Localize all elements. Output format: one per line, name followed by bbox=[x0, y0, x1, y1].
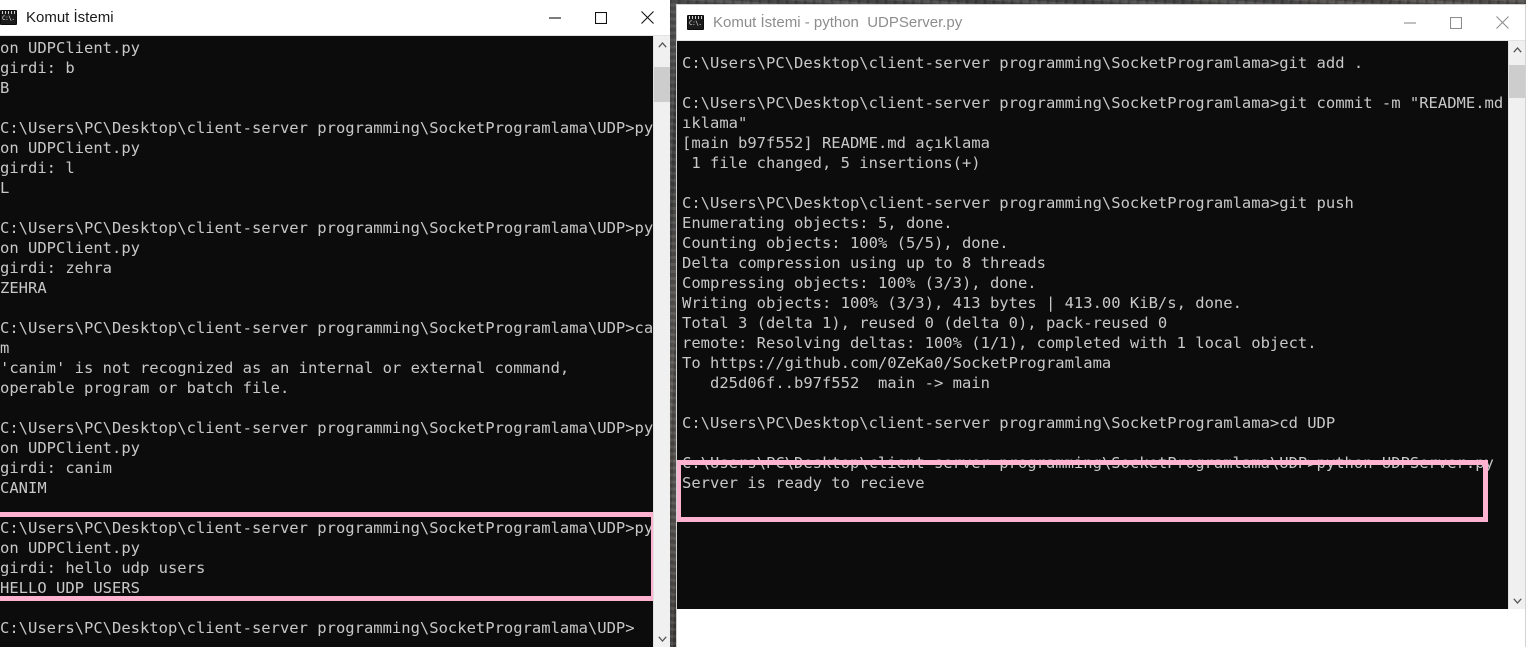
window-title: Komut İstemi bbox=[26, 9, 114, 26]
titlebar[interactable]: Komut İstemi bbox=[0, 0, 670, 36]
close-button[interactable] bbox=[624, 0, 670, 36]
scroll-up-arrow-icon[interactable] bbox=[654, 36, 670, 53]
window-command-prompt-client[interactable]: Komut İstemi on UDPClient.py girdi: b B … bbox=[0, 0, 670, 647]
terminal-text: C:\Users\PC\Desktop\client-server progra… bbox=[682, 54, 1525, 492]
scroll-up-arrow-icon[interactable] bbox=[1509, 41, 1525, 58]
window-command-prompt-server[interactable]: Komut İstemi - python UDPServer.py C:\Us… bbox=[676, 4, 1526, 647]
command-prompt-icon bbox=[0, 10, 17, 25]
scrollbar-vertical[interactable] bbox=[1508, 41, 1525, 609]
scroll-down-arrow-icon[interactable] bbox=[1509, 592, 1525, 609]
command-prompt-icon bbox=[687, 15, 704, 30]
window-controls bbox=[1387, 5, 1525, 41]
scrollbar-thumb[interactable] bbox=[1509, 65, 1525, 98]
maximize-button[interactable] bbox=[1433, 5, 1479, 41]
minimize-button[interactable] bbox=[1387, 5, 1433, 41]
titlebar[interactable]: Komut İstemi - python UDPServer.py bbox=[677, 5, 1525, 41]
scrollbar-thumb[interactable] bbox=[654, 67, 670, 102]
minimize-button[interactable] bbox=[532, 0, 578, 36]
scrollbar-vertical[interactable] bbox=[653, 36, 670, 647]
scroll-down-arrow-icon[interactable] bbox=[654, 630, 670, 647]
terminal-output-server[interactable]: C:\Users\PC\Desktop\client-server progra… bbox=[677, 41, 1525, 609]
maximize-button[interactable] bbox=[578, 0, 624, 36]
window-controls bbox=[532, 0, 670, 36]
terminal-text: on UDPClient.py girdi: b B C:\Users\PC\D… bbox=[0, 39, 670, 637]
window-title: Komut İstemi - python UDPServer.py bbox=[713, 14, 963, 31]
terminal-output-client[interactable]: on UDPClient.py girdi: b B C:\Users\PC\D… bbox=[0, 36, 670, 647]
close-button[interactable] bbox=[1479, 5, 1525, 41]
